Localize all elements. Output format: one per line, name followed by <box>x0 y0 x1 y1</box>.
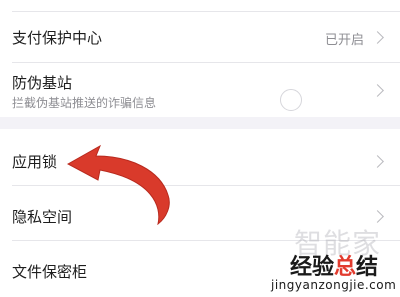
watermark-url: jingyanzongjie.com <box>271 278 397 292</box>
watermark-accent: 总 <box>334 255 357 280</box>
settings-group-top: 支付保护中心 已开启 防伪基站 拦截伪基站推送的诈骗信息 <box>0 0 400 117</box>
row-anti-fake-base-station[interactable]: 防伪基站 拦截伪基站推送的诈骗信息 <box>0 63 400 117</box>
watermark-main: 经验总结 <box>290 249 378 281</box>
row-subtitle: 拦截伪基站推送的诈骗信息 <box>12 96 157 110</box>
touch-indicator-circle <box>280 89 302 111</box>
red-curved-arrow <box>66 144 170 225</box>
row-title: 文件保密柜 <box>12 263 88 281</box>
chevron-right-icon <box>371 84 384 97</box>
row-title: 防伪基站 <box>12 74 73 92</box>
chevron-right-icon <box>371 31 384 44</box>
status-value: 已开启 <box>324 33 364 48</box>
watermark-part1: 经验 <box>290 255 335 280</box>
row-title: 应用锁 <box>12 153 58 171</box>
watermark-part2: 结 <box>356 255 379 280</box>
chevron-right-icon <box>371 155 384 168</box>
row-title: 支付保护中心 <box>12 29 103 47</box>
row-payment-protection[interactable]: 支付保护中心 已开启 <box>0 12 400 62</box>
chevron-right-icon <box>371 210 384 223</box>
